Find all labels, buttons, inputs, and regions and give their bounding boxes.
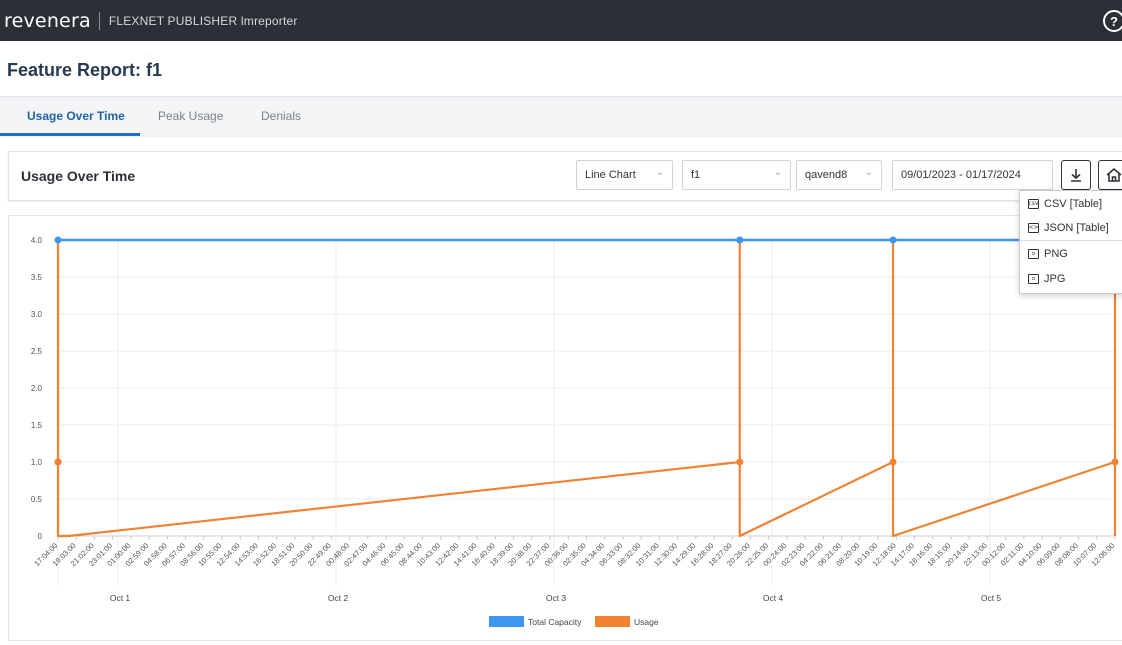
top-bar: revenera FLEXNET PUBLISHER lmreporter ? — [0, 0, 1122, 41]
tab-peak-usage[interactable]: Peak Usage — [158, 109, 223, 123]
menu-item-label: PNG — [1044, 248, 1068, 260]
json-icon: <> — [1028, 223, 1039, 233]
home-icon — [1105, 167, 1122, 183]
download-icon — [1068, 167, 1084, 183]
csv-icon: csv — [1028, 199, 1039, 209]
y-tick-label: 2.5 — [31, 347, 43, 356]
usage-point — [1112, 459, 1119, 466]
usage-point — [736, 459, 743, 466]
chart-type-value: Line Chart — [585, 169, 636, 181]
image-icon: ▫ — [1028, 249, 1039, 259]
download-menu: csv CSV [Table] <> JSON [Table] ▫ PNG ▫ … — [1019, 190, 1122, 294]
panel-title: Usage Over Time — [21, 168, 135, 184]
y-tick-label: 3.5 — [31, 273, 43, 282]
vendor-value: qavend8 — [805, 169, 847, 181]
menu-item-csv[interactable]: csv CSV [Table] — [1028, 195, 1102, 213]
y-tick-label: 1.5 — [31, 421, 43, 430]
help-icon[interactable]: ? — [1103, 10, 1122, 32]
legend-swatch-capacity — [489, 616, 524, 627]
menu-item-json[interactable]: <> JSON [Table] — [1028, 219, 1109, 237]
x-day-label: Oct 5 — [981, 593, 1002, 603]
download-button[interactable] — [1061, 160, 1091, 190]
usage-point — [55, 459, 62, 466]
x-day-label: Oct 2 — [328, 593, 349, 603]
menu-item-png[interactable]: ▫ PNG — [1028, 245, 1068, 263]
y-tick-label: 0.5 — [31, 495, 43, 504]
brand-logo: revenera — [4, 10, 91, 32]
x-day-label: Oct 3 — [546, 593, 567, 603]
y-tick-label: 4.0 — [31, 236, 43, 245]
app-name: FLEXNET PUBLISHER lmreporter — [109, 14, 298, 28]
legend-label-usage: Usage — [634, 617, 659, 627]
menu-item-label: JSON [Table] — [1044, 222, 1109, 234]
y-tick-label: 0 — [38, 532, 43, 541]
y-tick-label: 1.0 — [31, 458, 43, 467]
tab-usage-over-time[interactable]: Usage Over Time — [27, 109, 125, 123]
date-range-input[interactable]: 09/01/2023 - 01/17/2024 — [892, 160, 1053, 190]
page-title: Feature Report: f1 — [7, 60, 162, 81]
x-day-label: Oct 1 — [110, 593, 131, 603]
vendor-select[interactable]: qavend8 ⌄ — [796, 160, 882, 190]
brand-divider — [99, 12, 100, 30]
legend-label-capacity: Total Capacity — [528, 617, 582, 627]
x-day-label: Oct 4 — [763, 593, 784, 603]
menu-item-jpg[interactable]: ▫ JPG — [1028, 270, 1065, 288]
capacity-point — [736, 237, 743, 244]
home-button[interactable] — [1098, 160, 1122, 190]
y-tick-label: 2.0 — [31, 384, 43, 393]
panel-header: Usage Over Time Line Chart ⌄ f1 ⌄ qavend… — [8, 151, 1122, 201]
date-range-value: 09/01/2023 - 01/17/2024 — [901, 169, 1021, 181]
usage-point — [890, 459, 897, 466]
feature-select[interactable]: f1 ⌄ — [682, 160, 791, 190]
capacity-point — [890, 237, 897, 244]
active-tab-indicator — [0, 133, 140, 136]
chart-panel: 00.51.01.52.02.53.03.54.017:04:0019:03:0… — [8, 215, 1122, 641]
menu-item-label: CSV [Table] — [1044, 198, 1102, 210]
legend-swatch-usage — [595, 616, 630, 627]
chevron-down-icon: ⌄ — [774, 167, 782, 178]
menu-item-label: JPG — [1044, 273, 1065, 285]
menu-divider — [1020, 240, 1122, 241]
chevron-down-icon: ⌄ — [656, 167, 664, 178]
tab-bar: Usage Over Time Peak Usage Denials — [0, 96, 1122, 138]
image-icon: ▫ — [1028, 274, 1039, 284]
chart-type-select[interactable]: Line Chart ⌄ — [576, 160, 673, 190]
tab-denials[interactable]: Denials — [261, 109, 301, 123]
feature-value: f1 — [691, 169, 700, 181]
usage-line-chart: 00.51.01.52.02.53.03.54.017:04:0019:03:0… — [9, 216, 1122, 640]
chevron-down-icon: ⌄ — [865, 167, 873, 178]
capacity-point — [55, 237, 62, 244]
y-tick-label: 3.0 — [31, 310, 43, 319]
